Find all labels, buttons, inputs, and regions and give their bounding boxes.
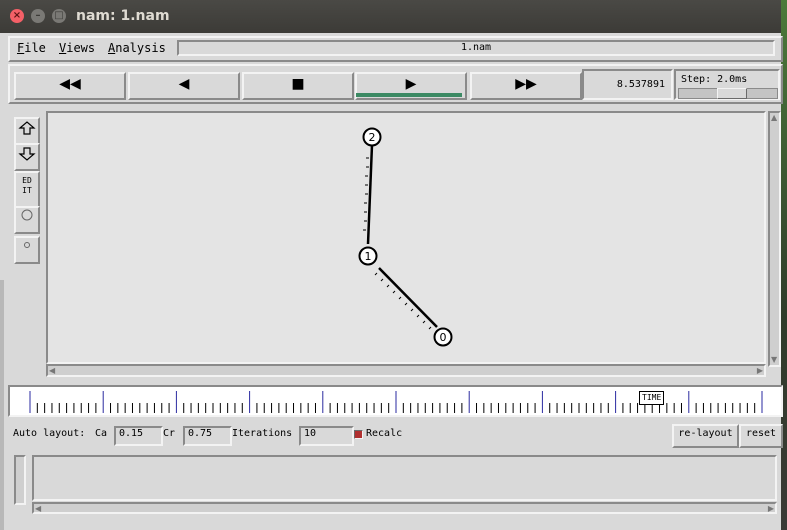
edit-label-line2: IT <box>22 186 32 195</box>
recalc-checkbox[interactable] <box>354 430 363 439</box>
auto-layout-label: Auto layout: <box>13 428 86 439</box>
bottom-scroll-left-icon[interactable]: ◀ <box>35 504 41 514</box>
iterations-label: Iterations <box>232 428 293 439</box>
node-tool-button[interactable] <box>14 206 40 234</box>
small-node-tool-button[interactable] <box>14 236 40 264</box>
window-left-edge <box>0 280 4 530</box>
scroll-down-icon[interactable]: ▼ <box>771 355 777 365</box>
reset-button[interactable]: reset <box>739 424 783 448</box>
maximize-window-button[interactable]: □ <box>52 9 66 23</box>
zoom-out-icon <box>18 147 36 161</box>
zoom-in-button[interactable] <box>14 117 40 145</box>
step-label: Step: 2.0ms <box>681 74 748 85</box>
node-1[interactable]: 1 <box>358 246 378 266</box>
minimize-window-button[interactable]: – <box>31 9 45 23</box>
timeline-ticks <box>29 391 763 413</box>
recalc-label: Recalc <box>366 428 403 439</box>
canvas-vertical-scrollbar[interactable]: ▲ ▼ <box>768 111 781 367</box>
play-active-indicator <box>356 93 462 97</box>
link-1-0-ticks <box>374 272 432 330</box>
bottom-scroll-right-icon[interactable]: ▶ <box>768 504 774 514</box>
canvas-horizontal-scrollbar[interactable]: ◀ ▶ <box>46 364 766 377</box>
node-2-label: 2 <box>369 131 376 144</box>
link-2-1[interactable] <box>366 144 374 245</box>
timeline-slider[interactable]: TIME <box>8 385 783 417</box>
step-control: Step: 2.0ms <box>674 69 780 100</box>
ca-label: Ca <box>95 428 108 439</box>
stop-button[interactable]: ■ <box>242 72 354 100</box>
circle-icon <box>21 209 33 221</box>
node-2[interactable]: 2 <box>362 127 382 147</box>
menu-views[interactable]: Views <box>59 41 95 55</box>
node-0[interactable]: 0 <box>433 327 453 347</box>
relayout-button[interactable]: re-layout <box>672 424 739 448</box>
step-slider-thumb[interactable] <box>717 88 747 99</box>
current-time-display: 8.537891 <box>582 69 673 100</box>
zoom-in-icon <box>18 121 36 135</box>
iterations-input[interactable]: 10 <box>299 426 354 446</box>
edit-label-line1: ED <box>22 176 32 185</box>
rewind-button[interactable]: ◀◀ <box>14 72 126 100</box>
topology-graph: 2 1 0 <box>358 127 453 347</box>
zoom-out-button[interactable] <box>14 143 40 171</box>
edit-button[interactable]: ED IT <box>14 171 40 210</box>
window-title: nam: 1.nam <box>76 8 170 24</box>
ca-input[interactable]: 0.15 <box>114 426 163 446</box>
bottom-vertical-scrollbar[interactable] <box>14 455 26 505</box>
cr-input[interactable]: 0.75 <box>183 426 232 446</box>
time-marker-label: TIME <box>642 393 662 402</box>
node-1-label: 1 <box>365 250 372 263</box>
step-back-button[interactable]: ◀ <box>128 72 240 100</box>
scroll-left-icon[interactable]: ◀ <box>49 366 55 376</box>
menu-file[interactable]: File <box>17 41 46 55</box>
small-circle-icon <box>24 242 30 248</box>
link-1-0[interactable] <box>378 267 438 328</box>
fast-forward-button[interactable]: ▶▶ <box>470 72 582 100</box>
scroll-right-icon[interactable]: ▶ <box>757 366 763 376</box>
time-marker[interactable]: TIME <box>639 391 665 405</box>
menu-analysis[interactable]: Analysis <box>108 41 166 55</box>
bottom-horizontal-scrollbar[interactable]: ◀ ▶ <box>32 502 777 514</box>
node-0-label: 0 <box>440 331 447 344</box>
cr-label: Cr <box>163 428 176 439</box>
close-window-button[interactable]: × <box>10 9 24 23</box>
file-name-display: 1.nam <box>177 40 775 56</box>
window-titlebar: × – □ nam: 1.nam <box>0 0 787 33</box>
annotation-panel[interactable] <box>32 455 777 501</box>
step-slider[interactable] <box>678 88 778 99</box>
network-canvas[interactable]: 2 1 0 <box>46 111 766 364</box>
scroll-up-icon[interactable]: ▲ <box>771 113 777 123</box>
